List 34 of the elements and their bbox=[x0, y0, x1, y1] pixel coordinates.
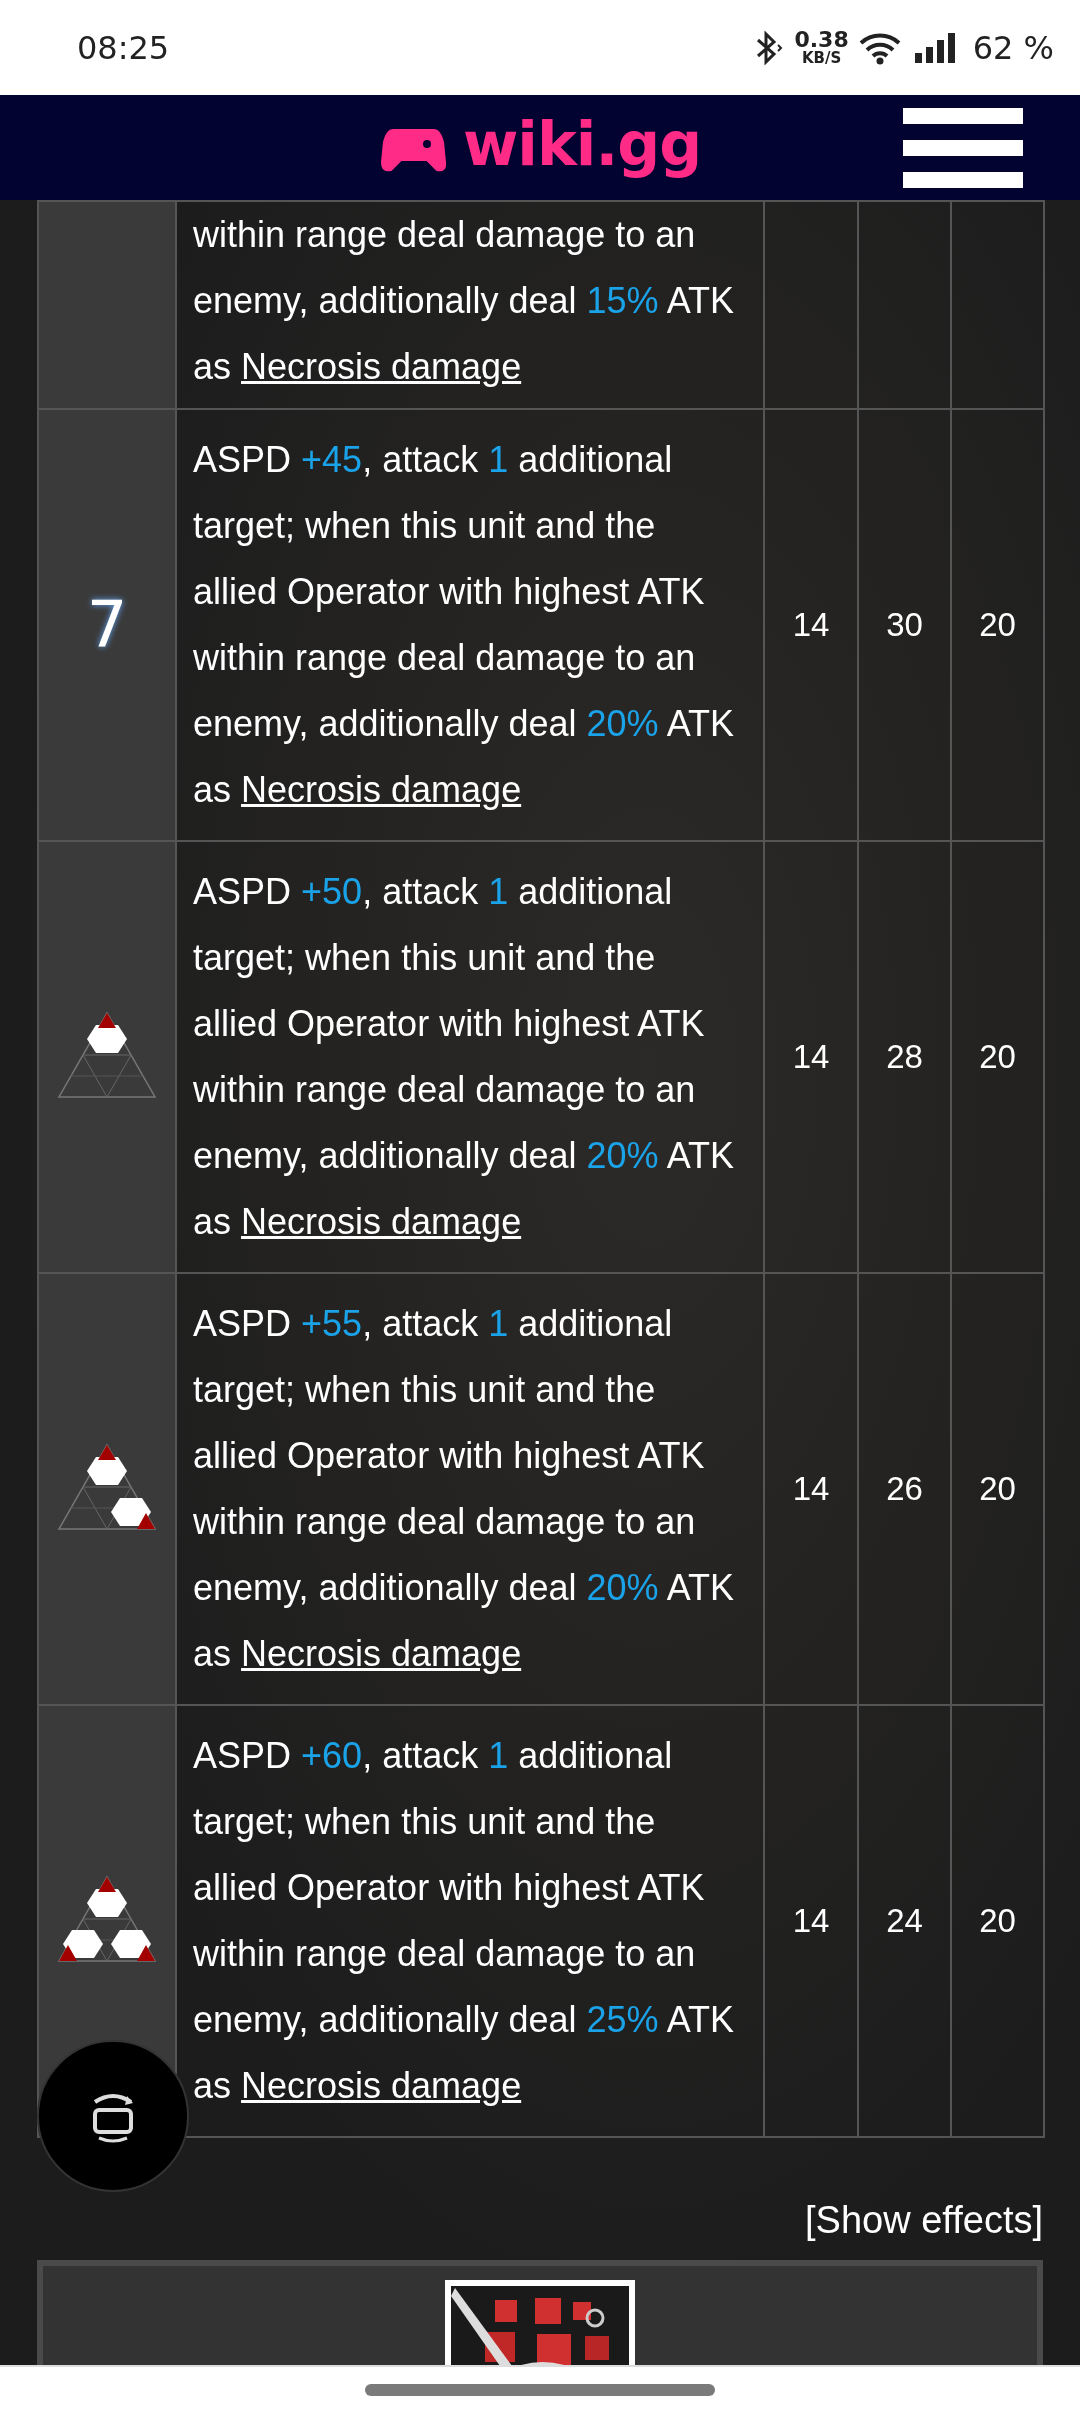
initial-sp-cell: 24 bbox=[858, 1705, 951, 2137]
sp-cost-cell: 14 bbox=[764, 1705, 858, 2137]
initial-sp-cell: 26 bbox=[858, 1273, 951, 1705]
home-indicator[interactable] bbox=[365, 2383, 715, 2396]
necrosis-link[interactable]: Necrosis damage bbox=[241, 2065, 522, 2106]
duration-cell: 20 bbox=[951, 409, 1044, 841]
skill-description: ASPD +50, attack 1 additional target; when this unit and the allied Operator with highest ATK within range deal damage to an enemy, additionally deal 20% ATK as Necrosis damage bbox=[176, 841, 764, 1273]
menu-button[interactable] bbox=[903, 108, 1023, 188]
necrosis-link[interactable]: Necrosis damage bbox=[241, 769, 522, 810]
initial-sp-cell: 30 bbox=[858, 409, 951, 841]
duration-cell: 20 bbox=[951, 1705, 1044, 2137]
network-speed: 0.38 bbox=[794, 29, 849, 51]
necrosis-link[interactable]: Necrosis damage bbox=[241, 1633, 522, 1674]
mastery-triangle-icon bbox=[57, 1011, 157, 1099]
network-speed-unit: KB/S bbox=[801, 51, 842, 66]
mastery-triangle-icon bbox=[57, 1443, 157, 1531]
battery-level: 62 % bbox=[972, 28, 1054, 67]
clock: 08:25 bbox=[77, 28, 170, 67]
bluetooth-icon bbox=[754, 29, 785, 66]
initial-sp-cell: 28 bbox=[858, 841, 951, 1273]
duration-cell: 20 bbox=[951, 1273, 1044, 1705]
skill-description: ASPD +45, attack 1 additional target; when this unit and the allied Operator with highest ATK within range deal damage to an enemy, additionally deal 20% ATK as Necrosis damage bbox=[176, 409, 764, 841]
mastery-triangle-icon bbox=[57, 1875, 157, 1963]
skill-level: 7 bbox=[86, 588, 128, 662]
show-effects-link[interactable]: [Show effects] bbox=[805, 2194, 1043, 2246]
sp-cost-cell: 14 bbox=[764, 1273, 858, 1705]
duration-cell: 20 bbox=[951, 841, 1044, 1273]
signal-icon bbox=[912, 30, 957, 65]
necrosis-link[interactable]: Necrosis damage bbox=[241, 346, 522, 387]
necrosis-link[interactable]: Necrosis damage bbox=[241, 1201, 522, 1242]
skill-description: within range deal damage to an enemy, additionally deal 15% ATK as Necrosis damage bbox=[176, 201, 764, 409]
sp-cost-cell: 14 bbox=[764, 841, 858, 1273]
sp-cost-cell: 14 bbox=[764, 409, 858, 841]
skill-description: ASPD +55, attack 1 additional target; when this unit and the allied Operator with highest ATK within range deal damage to an enemy, additionally deal 20% ATK as Necrosis damage bbox=[176, 1273, 764, 1705]
